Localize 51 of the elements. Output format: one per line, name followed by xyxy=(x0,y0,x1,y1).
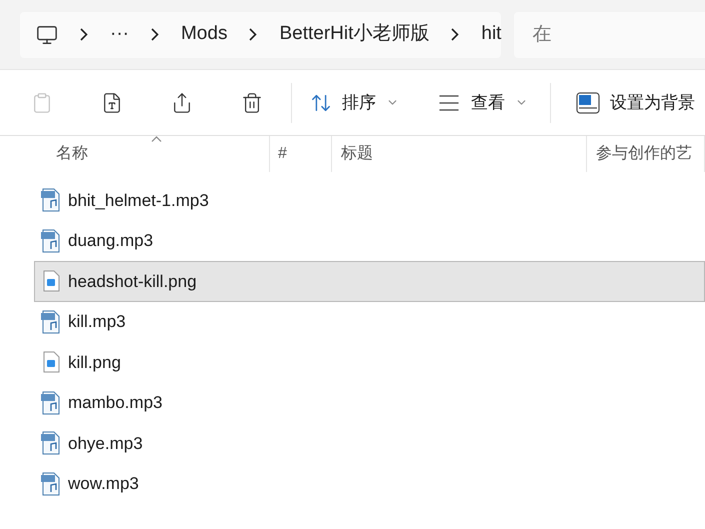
file-row[interactable]: bhit_helmet-1.mp3 xyxy=(34,180,705,220)
audio-file-icon xyxy=(40,188,62,212)
delete-icon xyxy=(241,92,263,114)
audio-file-icon xyxy=(40,390,62,415)
file-row[interactable]: headshot-kill.png xyxy=(34,261,705,302)
rename-icon xyxy=(101,92,123,114)
breadcrumb-item[interactable]: BetterHit小老师版 xyxy=(279,20,430,49)
audio-file-icon xyxy=(40,431,62,456)
file-row[interactable]: wow.mp3 xyxy=(34,464,705,504)
computer-icon xyxy=(36,24,58,46)
file-row[interactable]: kill.png xyxy=(34,342,705,382)
view-label: 查看 xyxy=(471,92,505,114)
column-header[interactable]: 标题 xyxy=(332,136,587,172)
breadcrumb-item[interactable]: Mods xyxy=(180,20,228,49)
breadcrumb-item[interactable]: hit xyxy=(481,20,502,49)
file-name: bhit_helmet-1.mp3 xyxy=(68,190,209,212)
address-bar[interactable]: ··· Mods BetterHit小老师版 hit xyxy=(20,12,502,58)
chevron-right-icon xyxy=(80,28,88,41)
sort-label: 排序 xyxy=(342,92,376,114)
file-name: ohye.mp3 xyxy=(68,432,143,454)
column-header[interactable]: 参与创作的艺 xyxy=(587,136,705,172)
file-row[interactable]: ohye.mp3 xyxy=(34,423,705,464)
audio-file-icon xyxy=(40,472,62,496)
audio-file-icon xyxy=(40,310,62,334)
chevron-right-icon xyxy=(451,28,460,41)
file-name: kill.png xyxy=(68,352,121,374)
set-background-button[interactable]: 设置为背景 xyxy=(576,90,695,116)
file-row[interactable]: duang.mp3 xyxy=(34,220,705,261)
file-name: wow.mp3 xyxy=(68,473,139,495)
file-name: duang.mp3 xyxy=(68,230,154,252)
file-name: headshot-kill.png xyxy=(68,270,197,292)
chevron-right-icon xyxy=(249,28,258,41)
set-background-label: 设置为背景 xyxy=(610,92,695,114)
chevron-right-icon xyxy=(150,28,159,41)
sort-button[interactable]: 排序 xyxy=(310,90,399,116)
paste-icon xyxy=(31,92,53,114)
image-file-icon xyxy=(42,270,60,292)
image-file-icon xyxy=(42,351,60,374)
share-icon xyxy=(171,92,193,114)
sort-up-icon xyxy=(150,136,162,142)
breadcrumb-item[interactable]: ··· xyxy=(110,20,129,49)
search-field[interactable]: 在 xyxy=(514,12,705,58)
audio-file-icon xyxy=(40,228,62,253)
column-header[interactable]: # xyxy=(270,136,332,172)
file-name: kill.mp3 xyxy=(68,311,126,333)
picture-icon xyxy=(576,92,600,114)
file-name: mambo.mp3 xyxy=(68,392,162,414)
column-header[interactable]: 名称 xyxy=(0,136,270,172)
view-button[interactable]: 查看 xyxy=(437,90,528,116)
file-row[interactable]: mambo.mp3 xyxy=(34,382,705,423)
file-row[interactable]: kill.mp3 xyxy=(34,302,705,342)
